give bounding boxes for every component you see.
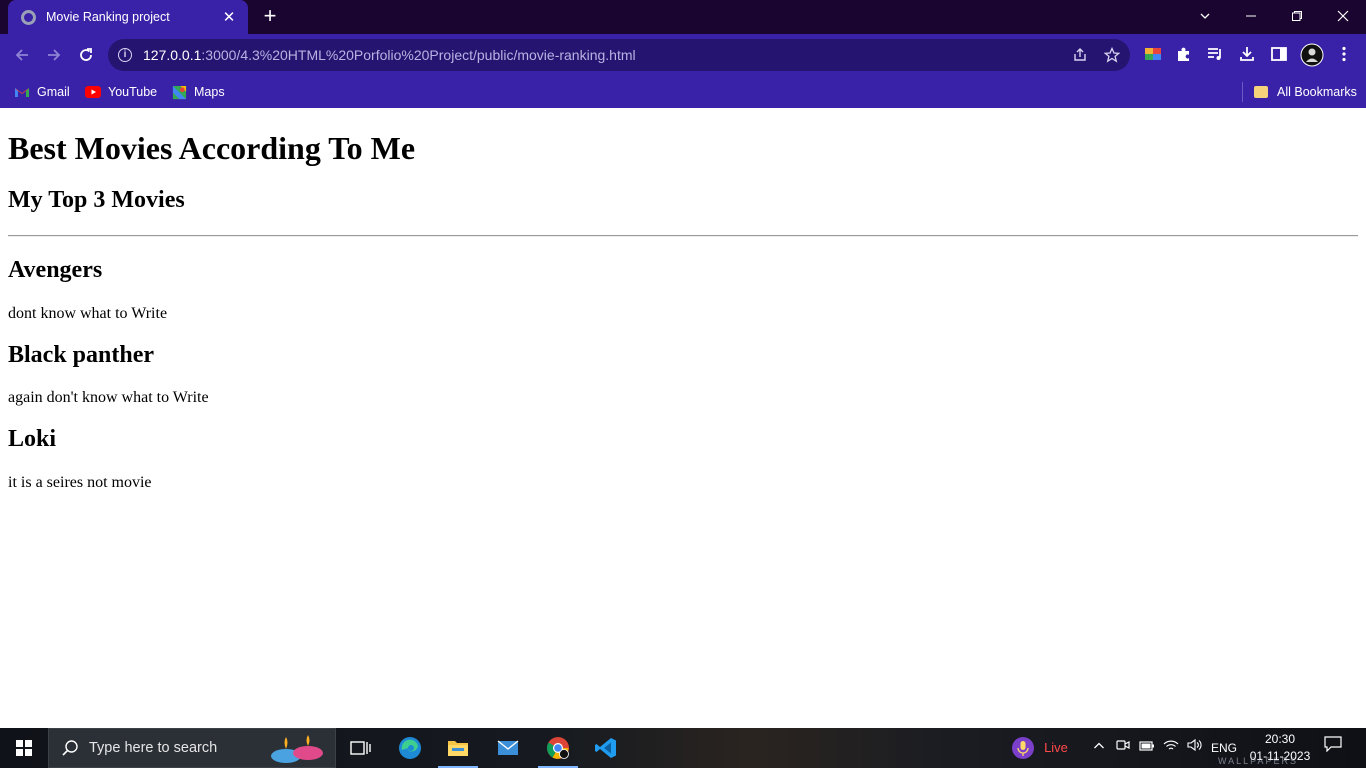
restore-button[interactable] — [1274, 0, 1320, 32]
movie-title: Loki — [8, 426, 57, 452]
movie-title: Black panther — [8, 342, 155, 368]
wallpaper-watermark: WALLPAPERS — [1217, 756, 1299, 766]
movie-description: dont know what to Write — [8, 305, 168, 322]
search-icon — [62, 740, 78, 756]
tray-podcast[interactable] — [1008, 728, 1038, 768]
maps-icon — [172, 85, 187, 99]
address-bar[interactable]: i 127.0.0.1:3000/4.3%20HTML%20Porfolio%2… — [108, 39, 1130, 71]
windows-logo-icon — [16, 740, 32, 756]
all-bookmarks-label: All Bookmarks — [1277, 85, 1357, 99]
taskbar-edge[interactable] — [386, 728, 434, 768]
arrow-right-icon — [48, 49, 61, 61]
chrome-icon — [547, 737, 569, 759]
reload-button[interactable] — [73, 42, 99, 68]
minimize-icon — [1246, 15, 1256, 17]
edge-icon — [399, 737, 421, 759]
browser-titlebar: Movie Ranking project ✕ + — [0, 0, 1366, 34]
reload-icon — [80, 48, 92, 61]
task-view-icon — [350, 741, 371, 755]
taskbar-mail[interactable] — [484, 728, 532, 768]
youtube-icon — [85, 86, 101, 98]
url-path: :3000/4.3%20HTML%20Porfolio%20Project/pu… — [201, 47, 636, 63]
meet-now-icon[interactable] — [1112, 728, 1134, 768]
bookmarks-separator — [1242, 82, 1243, 102]
extensions-puzzle-icon[interactable] — [1173, 45, 1195, 67]
movie-description: it is a seires not movie — [8, 474, 152, 491]
minimize-button[interactable] — [1228, 0, 1274, 32]
clock-time: 20:30 — [1264, 732, 1296, 746]
globe-icon — [21, 9, 36, 25]
page-title: Best Movies According To Me — [8, 130, 416, 166]
info-icon[interactable]: i — [118, 48, 132, 62]
bookmark-label: Maps — [194, 85, 225, 99]
browser-toolbar: i 127.0.0.1:3000/4.3%20HTML%20Porfolio%2… — [0, 34, 1366, 76]
microphone-icon — [1012, 737, 1034, 759]
bookmark-label: Gmail — [37, 85, 70, 99]
notification-icon — [1324, 736, 1342, 753]
diya-decoration-icon — [271, 735, 323, 763]
taskbar-chrome[interactable] — [534, 728, 582, 768]
arrow-left-icon — [15, 49, 28, 61]
new-tab-button[interactable]: + — [258, 5, 282, 29]
page-subtitle: My Top 3 Movies — [8, 187, 185, 213]
show-hidden-icons-button[interactable] — [1088, 728, 1110, 768]
extension-colorful-icon[interactable] — [1142, 45, 1164, 67]
profile-avatar[interactable] — [1300, 43, 1324, 67]
bookmark-youtube[interactable]: YouTube — [85, 82, 157, 102]
tab-search-button[interactable] — [1182, 0, 1228, 32]
media-control-icon[interactable] — [1204, 45, 1226, 67]
taskbar-vscode[interactable] — [582, 728, 630, 768]
side-panel-icon[interactable] — [1268, 45, 1290, 67]
folder-explorer-icon — [448, 741, 468, 756]
start-button[interactable] — [0, 728, 48, 768]
share-icon[interactable] — [1070, 45, 1090, 65]
tab-title: Movie Ranking project — [46, 10, 170, 24]
bookmark-star-icon[interactable] — [1102, 45, 1122, 65]
tab-movie-ranking[interactable]: Movie Ranking project ✕ — [8, 0, 248, 34]
folder-icon — [1254, 86, 1268, 98]
movie-description: again don't know what to Write — [8, 389, 209, 406]
tab-close-button[interactable]: ✕ — [220, 8, 238, 26]
page-content: Best Movies According To Me My Top 3 Mov… — [0, 108, 1366, 728]
url-host: 127.0.0.1 — [143, 47, 202, 63]
live-label[interactable]: Live — [1038, 728, 1074, 768]
horizontal-rule — [8, 235, 1358, 237]
download-icon[interactable] — [1236, 45, 1258, 67]
close-window-button[interactable] — [1320, 0, 1366, 32]
all-bookmarks-button[interactable]: All Bookmarks — [1254, 82, 1357, 102]
restore-icon — [1292, 11, 1302, 21]
search-placeholder: Type here to search — [89, 740, 218, 756]
chevron-up-icon — [1094, 742, 1104, 749]
bookmark-maps[interactable]: Maps — [172, 82, 225, 102]
chevron-down-icon — [1200, 13, 1210, 19]
forward-button[interactable] — [41, 42, 67, 68]
taskbar-file-explorer[interactable] — [434, 728, 482, 768]
bookmark-label: YouTube — [108, 85, 158, 99]
back-button[interactable] — [9, 42, 35, 68]
more-menu-icon[interactable] — [1333, 45, 1355, 67]
movie-title: Avengers — [8, 257, 103, 283]
mail-icon — [497, 740, 519, 755]
bookmark-gmail[interactable]: Gmail — [14, 82, 70, 102]
task-view-button[interactable] — [336, 728, 384, 768]
vscode-icon — [595, 738, 616, 758]
gmail-icon — [15, 88, 29, 97]
bookmarks-bar: Gmail YouTube Maps All Bookmarks — [0, 76, 1366, 108]
close-icon — [1337, 10, 1349, 22]
